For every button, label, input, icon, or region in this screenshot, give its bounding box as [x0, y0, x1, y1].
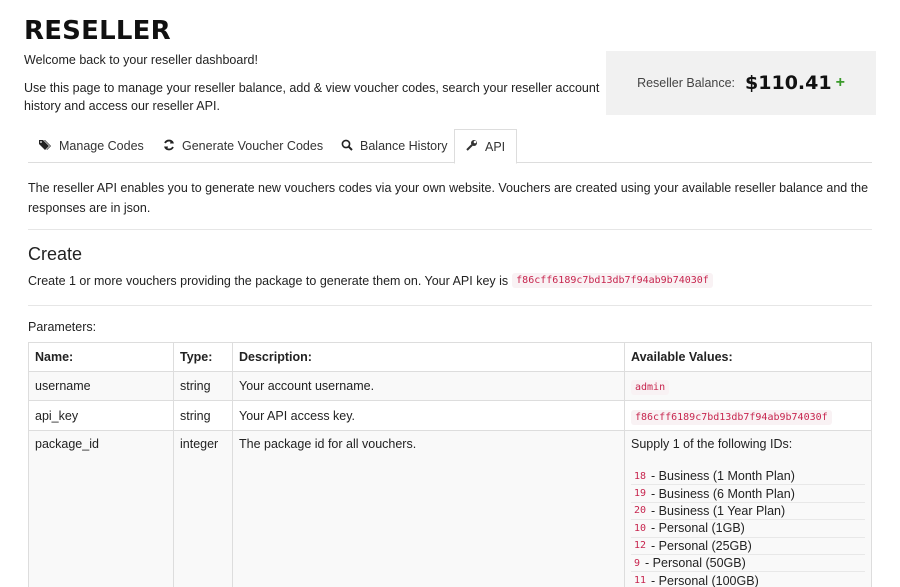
create-description: Create 1 or more vouchers providing the …: [28, 273, 713, 288]
table-header-row: Name: Type: Description: Available Value…: [28, 342, 872, 372]
param-name: username: [28, 371, 174, 401]
value-code: f86cff6189c7bd13db7f94ab9b74030f: [631, 409, 832, 425]
package-label: - Business (1 Month Plan): [651, 469, 795, 484]
tab-label: API: [485, 139, 506, 154]
column-header: Name:: [28, 342, 174, 372]
param-description: The package id for all vouchers.: [232, 430, 625, 587]
package-id: 10: [634, 522, 647, 534]
package-id: 12: [634, 540, 647, 552]
parameters-label: Parameters:: [28, 320, 97, 334]
balance-amount: $110.41: [745, 72, 832, 94]
package-id: 9: [634, 557, 641, 569]
balance-panel: Reseller Balance: $110.41 +: [606, 51, 876, 115]
tab-api[interactable]: API: [454, 129, 518, 164]
intro-text: Use this page to manage your reseller ba…: [24, 81, 600, 113]
package-id: 20: [634, 505, 647, 517]
package-id: 18: [634, 470, 647, 482]
values-intro: Supply 1 of the following IDs:: [631, 437, 793, 451]
package-label: - Personal (100GB): [651, 573, 759, 587]
tab-balance-history[interactable]: Balance History: [330, 129, 459, 163]
param-name: package_id: [28, 430, 174, 587]
column-header: Type:: [173, 342, 233, 372]
package-id: 19: [634, 488, 647, 500]
search-icon: [341, 139, 353, 154]
param-value: Supply 1 of the following IDs: 18 - Busin…: [624, 430, 872, 587]
value-code: admin: [631, 380, 670, 395]
tab-label: Balance History: [360, 139, 448, 153]
welcome-text: Welcome back to your reseller dashboard!: [24, 53, 258, 67]
package-label: - Personal (50GB): [645, 556, 746, 571]
tab-label: Generate Voucher Codes: [182, 139, 324, 153]
tab-bar: Manage Codes Generate Voucher Codes Bala…: [28, 129, 872, 164]
api-key-code: f86cff6189c7bd13db7f94ab9b74030f: [512, 273, 713, 288]
column-header: Available Values:: [624, 342, 872, 372]
package-label: - Personal (25GB): [651, 538, 752, 553]
create-heading: Create: [28, 244, 83, 264]
param-description: Your account username.: [232, 371, 625, 401]
package-id-row: 12 - Personal (25GB): [631, 538, 865, 555]
add-balance-button[interactable]: +: [836, 74, 845, 92]
tab-manage-codes[interactable]: Manage Codes: [28, 129, 155, 163]
wrench-icon: [466, 139, 478, 154]
param-name: api_key: [28, 400, 174, 431]
api-description: The reseller API enables you to generate…: [28, 181, 869, 215]
param-value: f86cff6189c7bd13db7f94ab9b74030f: [624, 400, 872, 431]
param-description: Your API access key.: [232, 400, 625, 431]
tab-generate-voucher-codes[interactable]: Generate Voucher Codes: [152, 129, 334, 163]
table-row: username string Your account username. a…: [28, 371, 872, 401]
package-label: - Business (6 Month Plan): [651, 486, 795, 501]
package-label: - Business (1 Year Plan): [651, 503, 786, 518]
param-type: integer: [173, 430, 233, 587]
balance-label: Reseller Balance:: [637, 76, 736, 90]
param-type: string: [173, 400, 233, 431]
tags-icon: [39, 139, 52, 154]
table-row: package_id integer The package id for al…: [28, 430, 872, 587]
package-id-row: 19 - Business (6 Month Plan): [631, 485, 865, 503]
tab-label: Manage Codes: [59, 139, 144, 153]
package-id-row: 11 - Personal (100GB): [631, 572, 865, 587]
divider: [28, 229, 872, 230]
package-id-row: 10 - Personal (1GB): [631, 520, 865, 538]
package-id-row: 20 - Business (1 Year Plan): [631, 503, 865, 521]
table-row: api_key string Your API access key. f86c…: [28, 400, 872, 431]
column-header: Description:: [232, 342, 625, 372]
package-id-row: 18 - Business (1 Month Plan): [631, 468, 865, 486]
param-value: admin: [624, 371, 872, 401]
page-title: RESELLER: [24, 16, 171, 46]
parameters-table: Name: Type: Description: Available Value…: [28, 342, 872, 587]
refresh-icon: [163, 139, 175, 154]
package-id-row: 9 - Personal (50GB): [631, 555, 865, 573]
package-label: - Personal (1GB): [651, 521, 745, 536]
param-type: string: [173, 371, 233, 401]
package-id: 11: [634, 575, 647, 587]
divider: [28, 305, 872, 306]
create-text: Create 1 or more vouchers providing the …: [28, 273, 509, 288]
